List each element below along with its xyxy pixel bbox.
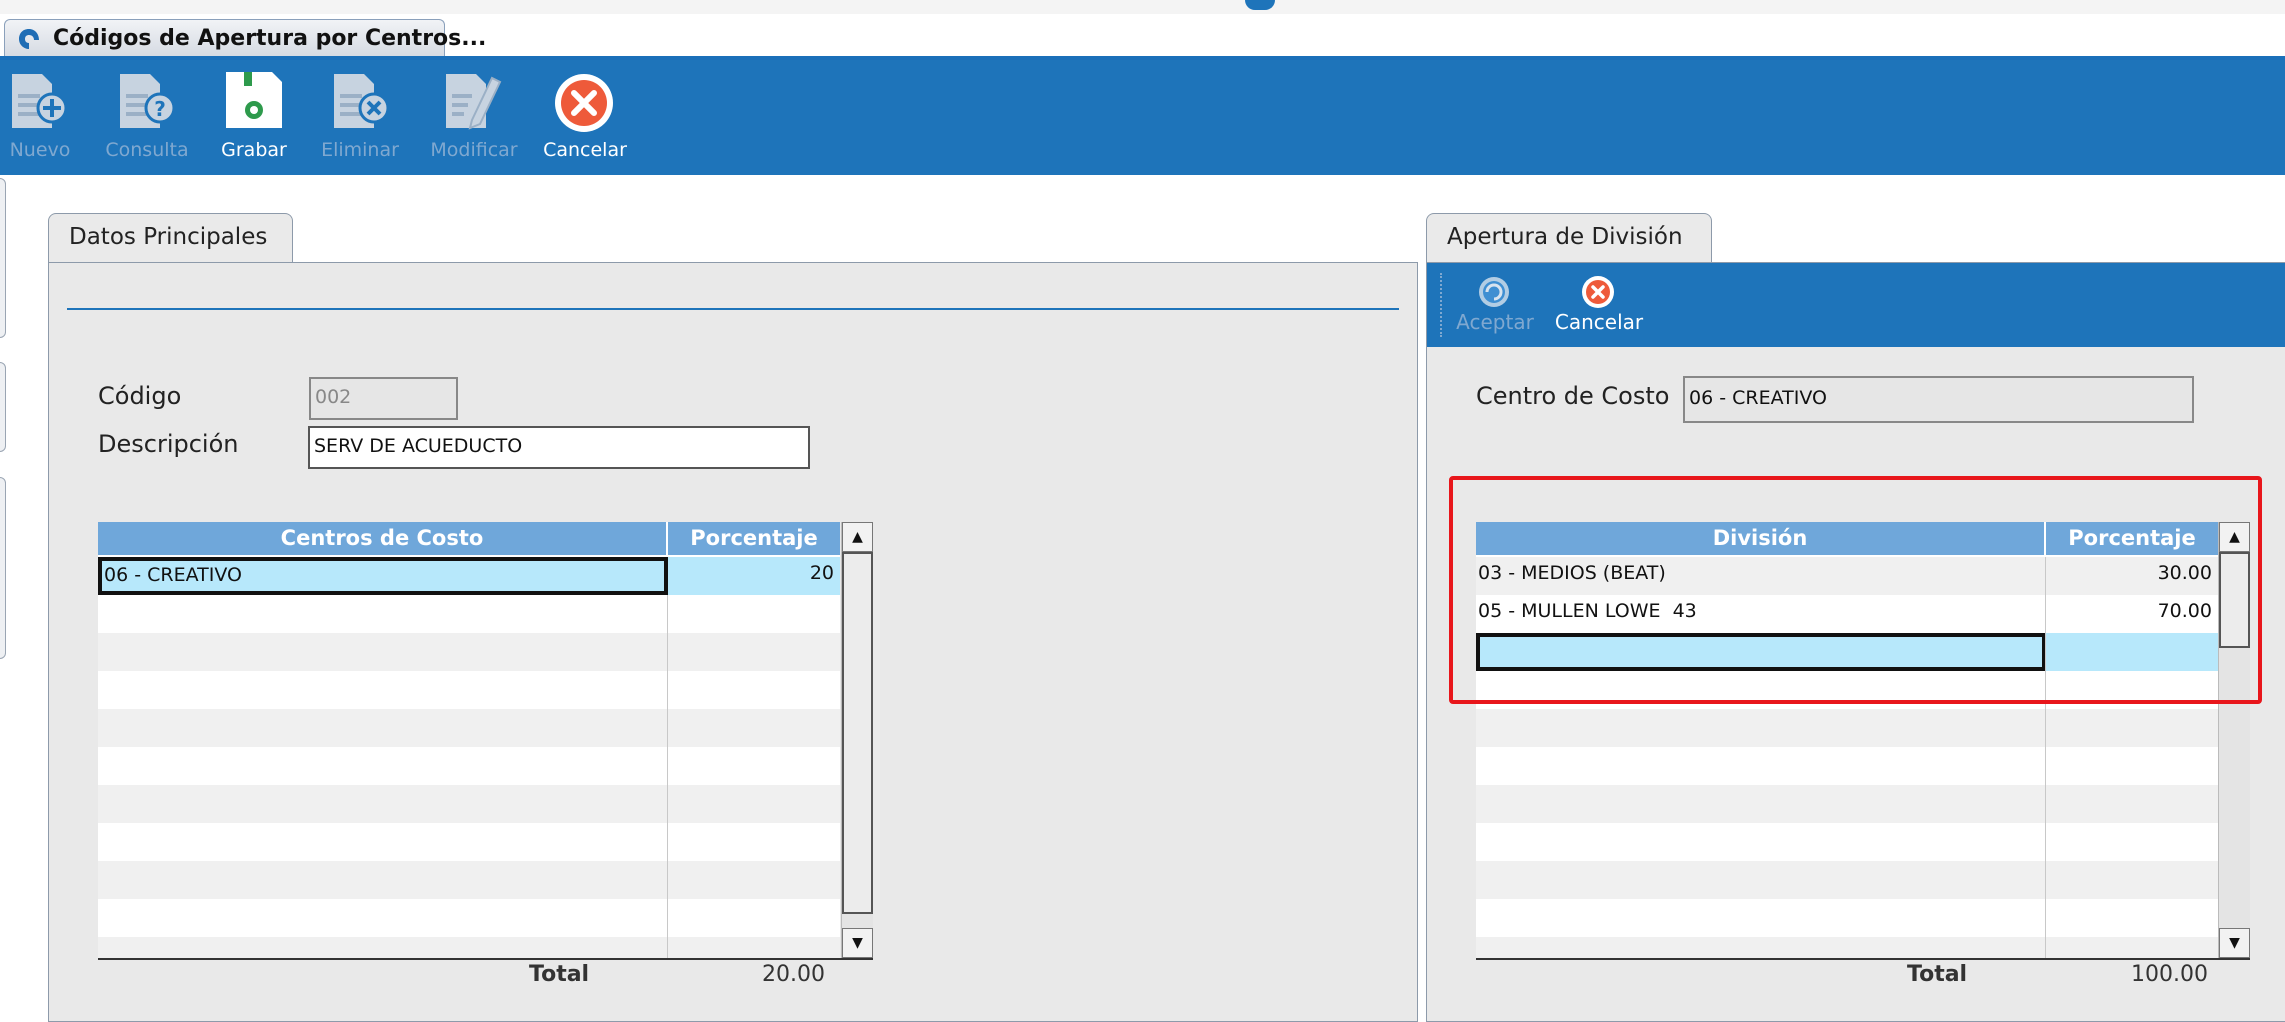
window-title: Códigos de Apertura por Centros... [53, 26, 487, 51]
table-row[interactable] [98, 709, 840, 747]
aceptar-button[interactable]: Aceptar [1455, 263, 1535, 347]
table-row[interactable] [98, 861, 840, 899]
new-button[interactable]: Nuevo [0, 60, 80, 175]
table-row[interactable] [1476, 709, 2218, 747]
centros-total-label: Total [529, 962, 590, 987]
centros-grid: Centros de Costo Porcentaje 06 - CREATIV… [98, 522, 840, 958]
table-row[interactable] [98, 785, 840, 823]
table-row[interactable] [98, 671, 840, 709]
division-cancel-label: Cancelar [1554, 310, 1644, 334]
division-total-label: Total [1907, 962, 1968, 987]
grid-bottom-line [1476, 958, 2250, 960]
delete-button[interactable]: Eliminar [318, 60, 403, 175]
descripcion-label: Descripción [98, 430, 239, 458]
division-toolbar: Aceptar Cancelar [1427, 263, 2285, 347]
section-divider [67, 308, 1399, 310]
centro-de-costo-label: Centro de Costo [1476, 382, 1670, 410]
grid-cell-porcentaje[interactable]: 20 [668, 557, 840, 595]
tab-apertura-division-label: Apertura de División [1447, 224, 1683, 250]
new-button-label: Nuevo [9, 139, 71, 161]
svg-text:?: ? [154, 97, 166, 121]
delete-button-label: Eliminar [321, 139, 399, 161]
table-row[interactable]: 06 - CREATIVO 20 [98, 557, 840, 595]
table-row[interactable] [98, 747, 840, 785]
division-cancel-button[interactable]: Cancelar [1549, 263, 1649, 347]
query-button[interactable]: ? Consulta [100, 60, 195, 175]
tab-apertura-division[interactable]: Apertura de División [1426, 213, 1712, 263]
table-row[interactable] [98, 937, 840, 958]
main-toolbar: Nuevo ? Consulta Grabar Eliminar Modific… [0, 60, 2285, 175]
division-total-value: 100.00 [2131, 962, 2208, 987]
aceptar-label: Aceptar [1456, 310, 1534, 334]
centros-total-value: 20.00 [762, 962, 825, 987]
column-separator [667, 595, 668, 958]
toolbar-grip [1440, 273, 1444, 337]
tab-datos-principales[interactable]: Datos Principales [48, 213, 293, 263]
descripcion-field[interactable]: SERV DE ACUEDUCTO [308, 426, 810, 469]
edit-button[interactable]: Modificar [422, 60, 522, 175]
highlight-box [1449, 476, 2262, 704]
accept-icon [1479, 277, 1509, 307]
cancel-icon [555, 74, 613, 132]
new-document-icon [12, 74, 68, 128]
save-button-label: Grabar [221, 139, 287, 161]
codigo-label: Código [98, 382, 182, 410]
centro-de-costo-field[interactable]: 06 - CREATIVO [1683, 376, 2194, 423]
table-row[interactable] [1476, 747, 2218, 785]
codigo-field[interactable]: 002 [309, 377, 458, 420]
delete-document-icon [334, 74, 390, 128]
table-row[interactable] [1476, 785, 2218, 823]
table-row[interactable] [1476, 899, 2218, 937]
side-tab-stub[interactable] [0, 362, 6, 452]
save-button[interactable]: Grabar [212, 60, 297, 175]
scroll-up-icon[interactable]: ▲ [842, 522, 873, 552]
side-tab-stub[interactable] [0, 178, 6, 338]
table-row[interactable] [98, 823, 840, 861]
table-row[interactable] [98, 595, 840, 633]
table-row[interactable] [98, 633, 840, 671]
table-row[interactable] [1476, 861, 2218, 899]
window-tab[interactable]: Códigos de Apertura por Centros... [4, 19, 486, 56]
grid-header-porcentaje[interactable]: Porcentaje [668, 522, 840, 555]
scroll-down-icon[interactable]: ▼ [842, 928, 873, 958]
edit-button-label: Modificar [430, 139, 518, 161]
centros-scrollbar[interactable]: ▲ ▼ [841, 522, 873, 958]
grid-header-centros[interactable]: Centros de Costo [98, 522, 666, 555]
app-logo-icon [19, 29, 39, 49]
tab-datos-principales-label: Datos Principales [69, 224, 268, 250]
cancel-icon [1582, 276, 1614, 308]
query-button-label: Consulta [105, 139, 189, 161]
edit-document-icon [446, 74, 502, 130]
cancel-button[interactable]: Cancelar [540, 60, 630, 175]
save-disk-icon [226, 72, 282, 128]
scroll-down-icon[interactable]: ▼ [2219, 928, 2250, 958]
grid-cell-centro[interactable]: 06 - CREATIVO [98, 557, 668, 595]
table-row[interactable] [98, 899, 840, 937]
side-tab-stub[interactable] [0, 477, 6, 659]
table-row[interactable] [1476, 937, 2218, 958]
query-document-icon: ? [120, 74, 176, 128]
table-row[interactable] [1476, 823, 2218, 861]
cancel-button-label: Cancelar [543, 139, 627, 161]
grid-bottom-line [98, 958, 873, 960]
top-strip [0, 0, 2285, 14]
scroll-thumb[interactable] [842, 552, 873, 914]
